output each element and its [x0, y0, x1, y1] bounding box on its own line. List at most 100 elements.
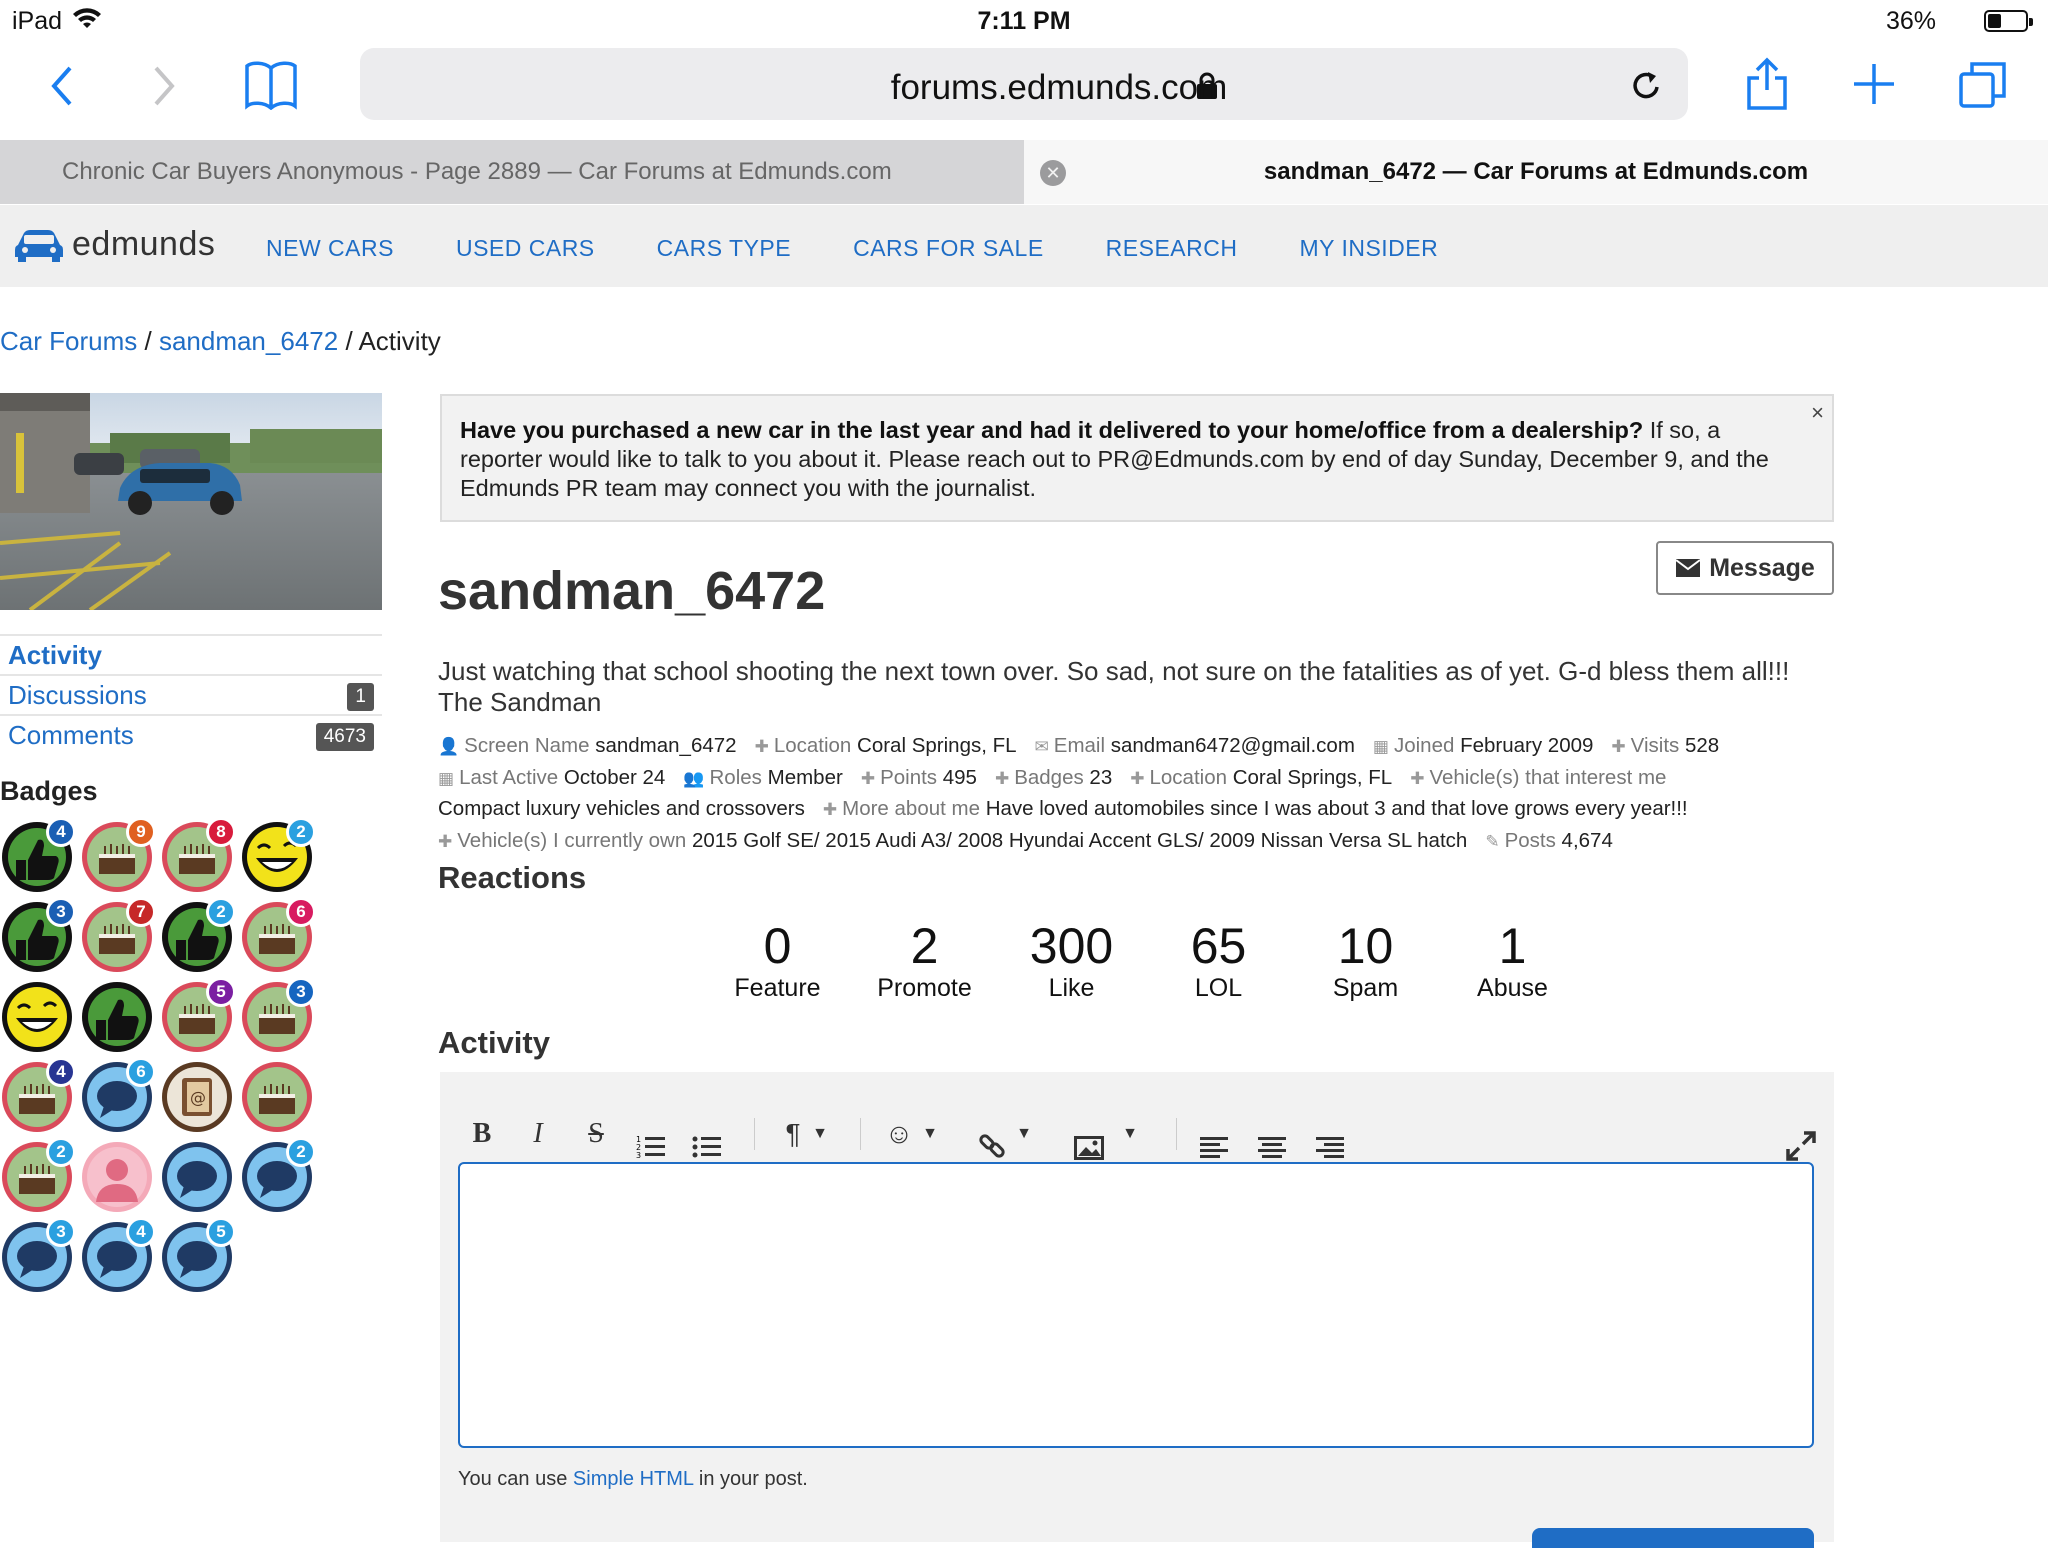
reactions-heading: Reactions [438, 860, 587, 895]
nav-used-cars[interactable]: USED CARS [456, 235, 595, 262]
profile-meta-line: ▦ Last Active October 24 👥 Roles Member ✚ Poi… [438, 763, 1838, 795]
side-nav-comments[interactable]: Comments 4673 [0, 714, 382, 754]
nav-cars-type[interactable]: CARS TYPE [657, 235, 791, 262]
forward-icon[interactable] [150, 64, 180, 108]
svg-text:@: @ [190, 1088, 206, 1107]
badge-cake-icon[interactable]: 4 [0, 1057, 76, 1134]
badge-comment-icon[interactable]: 2 [240, 1137, 316, 1214]
tab-chronic-car-buyers[interactable]: Chronic Car Buyers Anonymous - Page 2889… [0, 140, 1024, 204]
profile-side-nav: Activity Discussions 1 Comments 4673 [0, 634, 382, 754]
badge-count: 3 [46, 1217, 76, 1247]
plus-icon: ✚ [822, 800, 838, 819]
bookmarks-icon[interactable] [244, 60, 298, 110]
side-nav-activity[interactable]: Activity [0, 634, 382, 674]
message-button[interactable]: Message [1656, 541, 1834, 595]
plus-icon: ✚ [754, 737, 769, 756]
breadcrumb-current: Activity [358, 326, 441, 356]
simple-html-link[interactable]: Simple HTML [573, 1468, 693, 1490]
emoji-icon[interactable]: ☺ [882, 1108, 916, 1160]
tabs-overview-icon[interactable] [1958, 60, 2008, 108]
post-comment-button[interactable] [1532, 1528, 1814, 1548]
badge-cake-icon[interactable]: 9 [80, 817, 156, 894]
close-tab-icon[interactable]: ✕ [1040, 160, 1066, 186]
side-nav-discussions[interactable]: Discussions 1 [0, 674, 382, 714]
meta-value: sandman_6472 [589, 734, 737, 757]
meta-value: 2015 Golf SE/ 2015 Audi A3/ 2008 Hyundai… [686, 828, 1468, 852]
reaction-spam: 10 Spam [1332, 918, 1399, 1002]
site-header: edmunds NEW CARS USED CARS CARS TYPE CAR… [0, 205, 2048, 287]
badge-laugh-icon[interactable]: 2 [240, 817, 316, 894]
badge-count: 5 [206, 977, 236, 1007]
badge-comment-icon[interactable] [160, 1140, 234, 1214]
badge-cake-icon[interactable]: 5 [160, 977, 236, 1054]
image-dropdown-icon[interactable]: ▼ [1120, 1108, 1140, 1160]
breadcrumb-user[interactable]: sandman_6472 [159, 326, 338, 356]
profile-meta: 👤 Screen Name sandman_6472 ✚ Location Coral… [438, 731, 1838, 857]
badge-thumb-icon[interactable]: 2 [160, 897, 236, 974]
address-bar[interactable]: forums.edmunds.com [360, 48, 1688, 120]
badge-cake-icon[interactable]: 7 [80, 897, 156, 974]
meta-label: Email [1053, 734, 1106, 757]
meta-value: 528 [1679, 734, 1720, 757]
plus-icon: ✚ [994, 768, 1010, 788]
badge-thumb-icon[interactable]: 3 [0, 897, 76, 974]
badge-comment-icon[interactable]: 6 [80, 1057, 156, 1134]
tab-sandman-profile[interactable]: sandman_6472 — Car Forums at Edmunds.com [1024, 140, 2048, 204]
profile-meta-field: ✚ Vehicle(s) that interest me [1410, 766, 1666, 789]
badge-count: 2 [206, 897, 236, 927]
badge-cake-icon[interactable]: 2 [0, 1137, 76, 1214]
badge-cake-icon[interactable]: 6 [240, 897, 316, 974]
paragraph-dropdown-icon[interactable]: ▼ [810, 1108, 830, 1160]
new-tab-icon[interactable] [1852, 62, 1896, 106]
comment-textarea[interactable] [458, 1162, 1814, 1448]
link-dropdown-icon[interactable]: ▼ [1014, 1108, 1034, 1160]
meta-label: Badges [1014, 765, 1084, 789]
profile-meta-field: Compact luxury vehicles and crossovers [438, 797, 805, 820]
share-icon[interactable] [1744, 56, 1790, 112]
badge-cake-icon[interactable]: 8 [160, 817, 236, 894]
profile-meta-field: ✚ Location Coral Springs, FL [755, 734, 1017, 757]
edmunds-logo[interactable]: edmunds [14, 225, 215, 264]
badge-count: 2 [286, 1137, 316, 1167]
reaction-abuse: 1 Abuse [1477, 918, 1548, 1002]
badge-thumb-icon[interactable]: 4 [0, 817, 76, 894]
breadcrumb-car-forums[interactable]: Car Forums [0, 326, 137, 356]
back-icon[interactable] [46, 64, 76, 108]
post-editor: B I S 123 ¶ ▼ ☺ ▼ ▼ ▼ You can use Simple… [440, 1072, 1834, 1548]
badge-person-icon[interactable] [80, 1140, 154, 1214]
meta-label: Last Active [459, 765, 559, 789]
reload-icon[interactable] [1630, 68, 1662, 102]
bold-button[interactable]: B [464, 1108, 500, 1160]
strikethrough-button[interactable]: S [578, 1108, 614, 1160]
badge-count: 6 [286, 897, 316, 927]
nav-cars-for-sale[interactable]: CARS FOR SALE [853, 235, 1044, 262]
plus-icon: ✚ [1130, 768, 1145, 788]
badge-count: 6 [126, 1057, 156, 1087]
badge-thumb-icon[interactable] [80, 980, 154, 1054]
badge-comment-icon[interactable]: 5 [160, 1217, 236, 1294]
badge-address-icon[interactable]: @ [160, 1060, 234, 1134]
italic-button[interactable]: I [520, 1108, 556, 1160]
dismiss-notice-icon[interactable]: × [1811, 398, 1824, 427]
calendar-icon: ▦ [438, 768, 455, 788]
browser-toolbar: forums.edmunds.com [0, 42, 2048, 140]
badge-laugh-icon[interactable] [0, 980, 74, 1054]
emoji-dropdown-icon[interactable]: ▼ [920, 1108, 940, 1160]
nav-my-insider[interactable]: MY INSIDER [1299, 235, 1438, 262]
badge-comment-icon[interactable]: 4 [80, 1217, 156, 1294]
paragraph-format-icon[interactable]: ¶ [778, 1108, 808, 1160]
nav-new-cars[interactable]: NEW CARS [266, 235, 394, 262]
badge-comment-icon[interactable]: 3 [0, 1217, 76, 1294]
badge-cake-icon[interactable] [240, 1060, 314, 1134]
profile-meta-field: ✚ Badges 23 [995, 766, 1112, 789]
status-bar: iPad 7:11 PM 36% [0, 0, 2048, 42]
nav-research[interactable]: RESEARCH [1106, 235, 1238, 262]
meta-value: Have loved automobiles since I was about… [980, 797, 1688, 820]
profile-meta-field: ✚ Points 495 [861, 766, 977, 789]
meta-label: More about me [842, 797, 980, 820]
meta-value: February 2009 [1454, 734, 1594, 757]
badge-cake-icon[interactable]: 3 [240, 977, 316, 1054]
profile-photo [0, 393, 382, 610]
badge-count: 3 [46, 897, 76, 927]
envelope-icon [1675, 559, 1701, 577]
